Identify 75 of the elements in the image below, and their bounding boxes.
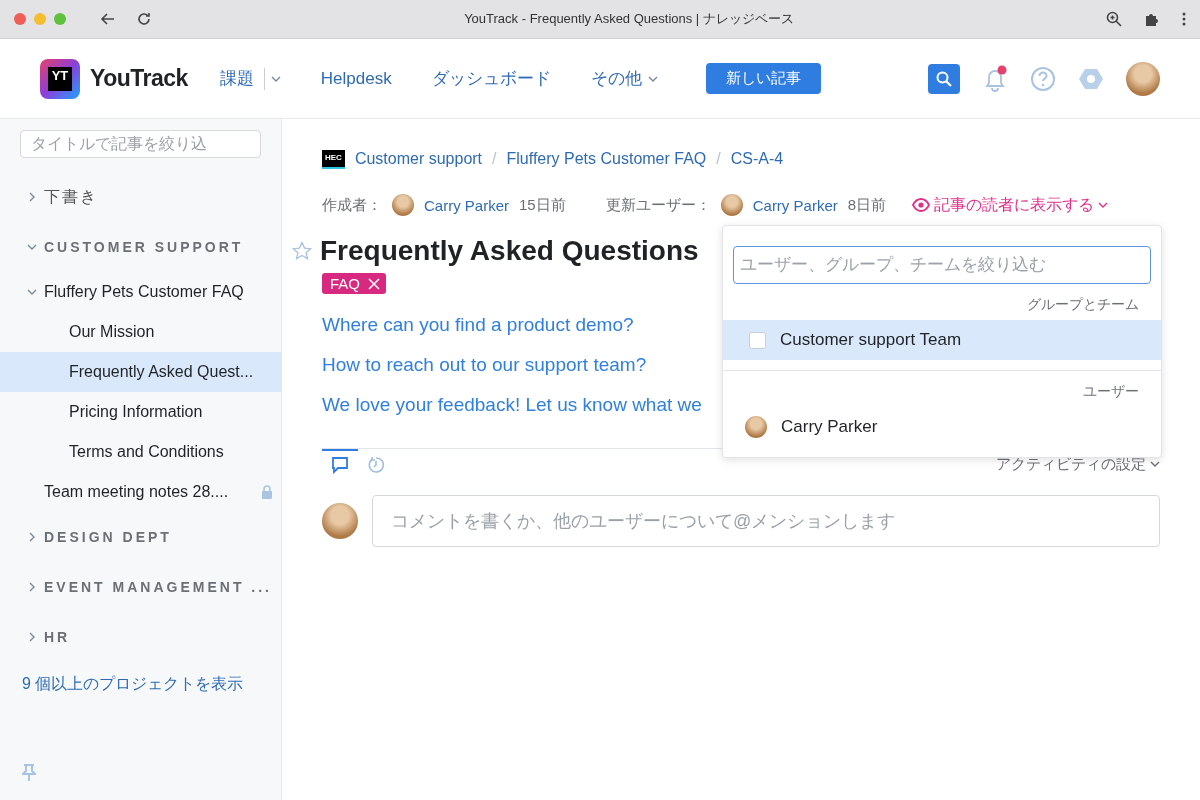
author-link[interactable]: Carry Parker <box>424 196 509 214</box>
maximize-window-button[interactable] <box>54 13 66 25</box>
project-item[interactable]: CUSTOMER SUPPORT <box>0 222 281 272</box>
chevron-down-icon[interactable] <box>1150 459 1160 469</box>
created-label: 作成者： <box>322 195 382 215</box>
updated-label: 更新ユーザー： <box>605 195 711 215</box>
new-article-button[interactable]: 新しい記事 <box>705 63 821 94</box>
breadcrumb-link[interactable]: Customer support <box>354 150 483 168</box>
dropdown-option[interactable]: Carry Parker <box>723 407 1161 447</box>
project-item[interactable]: DESIGN DEPT <box>0 512 281 562</box>
project-item[interactable]: HR <box>0 612 281 662</box>
filter-field[interactable]: タイトルで記事を絞り込 <box>20 130 261 158</box>
article-item[interactable]: Team meeting notes 28.... <box>0 472 281 512</box>
section-heading: ユーザー <box>1082 382 1140 401</box>
folder-item[interactable]: 下書き <box>0 172 281 222</box>
chevron-down-icon[interactable] <box>27 242 37 252</box>
logo-text[interactable]: YouTrack <box>90 65 188 92</box>
zoom-icon[interactable] <box>1106 11 1122 27</box>
article-link[interactable]: Where can you find a product demo? <box>322 314 634 336</box>
breadcrumb-separator: / <box>492 150 497 168</box>
article-item[interactable]: Terms and Conditions <box>0 432 281 472</box>
tag[interactable]: FAQ <box>322 273 386 294</box>
chevron-right-icon[interactable] <box>27 582 37 592</box>
breadcrumb-separator: / <box>716 150 721 168</box>
comment-icon <box>331 455 349 474</box>
nav-menu[interactable]: その他 <box>590 67 658 90</box>
chevron-right-icon[interactable] <box>27 192 37 202</box>
pin-icon[interactable] <box>22 764 36 782</box>
comment-field[interactable]: コメントを書くか、他のユーザーについて@メンションします <box>372 495 1160 547</box>
author-avatar <box>392 194 414 216</box>
chevron-right-icon[interactable] <box>27 532 37 542</box>
user-avatar[interactable] <box>1126 61 1160 96</box>
article-item[interactable]: Frequently Asked Quest... <box>0 352 281 392</box>
star-icon[interactable] <box>292 241 312 261</box>
more-icon[interactable] <box>1182 11 1186 27</box>
puzzle-icon[interactable] <box>1144 11 1160 27</box>
article-item[interactable]: Fluffery Pets Customer FAQ <box>0 272 281 312</box>
dropdown-option[interactable]: Customer support Team <box>723 320 1161 360</box>
chevron-down-icon[interactable] <box>27 287 37 297</box>
breadcrumb-link[interactable]: CS-A-4 <box>730 150 784 168</box>
article-title: Frequently Asked Questions <box>320 235 699 267</box>
breadcrumb-link[interactable]: Fluffery Pets Customer FAQ <box>506 150 707 168</box>
user-avatar <box>322 503 358 539</box>
more-projects-link[interactable]: 9 個以上のプロジェクトを表示 <box>22 674 281 695</box>
nav-menu[interactable]: 課題 <box>219 67 281 90</box>
search-icon <box>936 70 952 87</box>
remove-tag-icon[interactable] <box>368 277 380 290</box>
search-button[interactable] <box>928 63 960 94</box>
nav-link[interactable]: ダッシュボード <box>431 67 551 90</box>
updater-avatar <box>720 194 743 216</box>
article-link[interactable]: How to reach out to our support team? <box>322 354 647 376</box>
project-item[interactable]: EVENT MANAGEMENT ... <box>0 562 281 612</box>
article-link[interactable]: We love your feedback! Let us know what we <box>322 394 702 416</box>
logo-mark[interactable]: YT <box>40 58 80 99</box>
checkbox[interactable] <box>749 331 766 349</box>
eye-icon <box>912 198 931 212</box>
chevron-right-icon[interactable] <box>27 632 37 642</box>
article-item[interactable]: Our Mission <box>0 312 281 352</box>
created-time: 15日前 <box>519 195 566 215</box>
updated-time: 8日前 <box>847 195 887 215</box>
reload-icon[interactable] <box>136 11 152 27</box>
project-badge: HEC <box>322 149 345 169</box>
updater-link[interactable]: Carry Parker <box>752 196 838 214</box>
section-heading: グループとチーム <box>1026 295 1140 314</box>
visibility-button[interactable]: 記事の読者に表示する <box>912 194 1109 216</box>
window-title: YouTrack - Frequently Asked Questions | ナレッジベース <box>463 10 795 28</box>
help-icon[interactable] <box>1030 65 1056 92</box>
article-item[interactable]: Pricing Information <box>0 392 281 432</box>
chevron-down-icon[interactable] <box>1098 200 1109 210</box>
nav-link[interactable]: Helpdesk <box>320 68 392 89</box>
user-avatar <box>745 416 767 438</box>
back-icon[interactable] <box>100 11 116 27</box>
history-icon <box>367 455 385 474</box>
close-window-button[interactable] <box>14 13 26 25</box>
visibility-filter-field[interactable]: ユーザー、グループ、チームを絞り込む <box>733 246 1151 284</box>
